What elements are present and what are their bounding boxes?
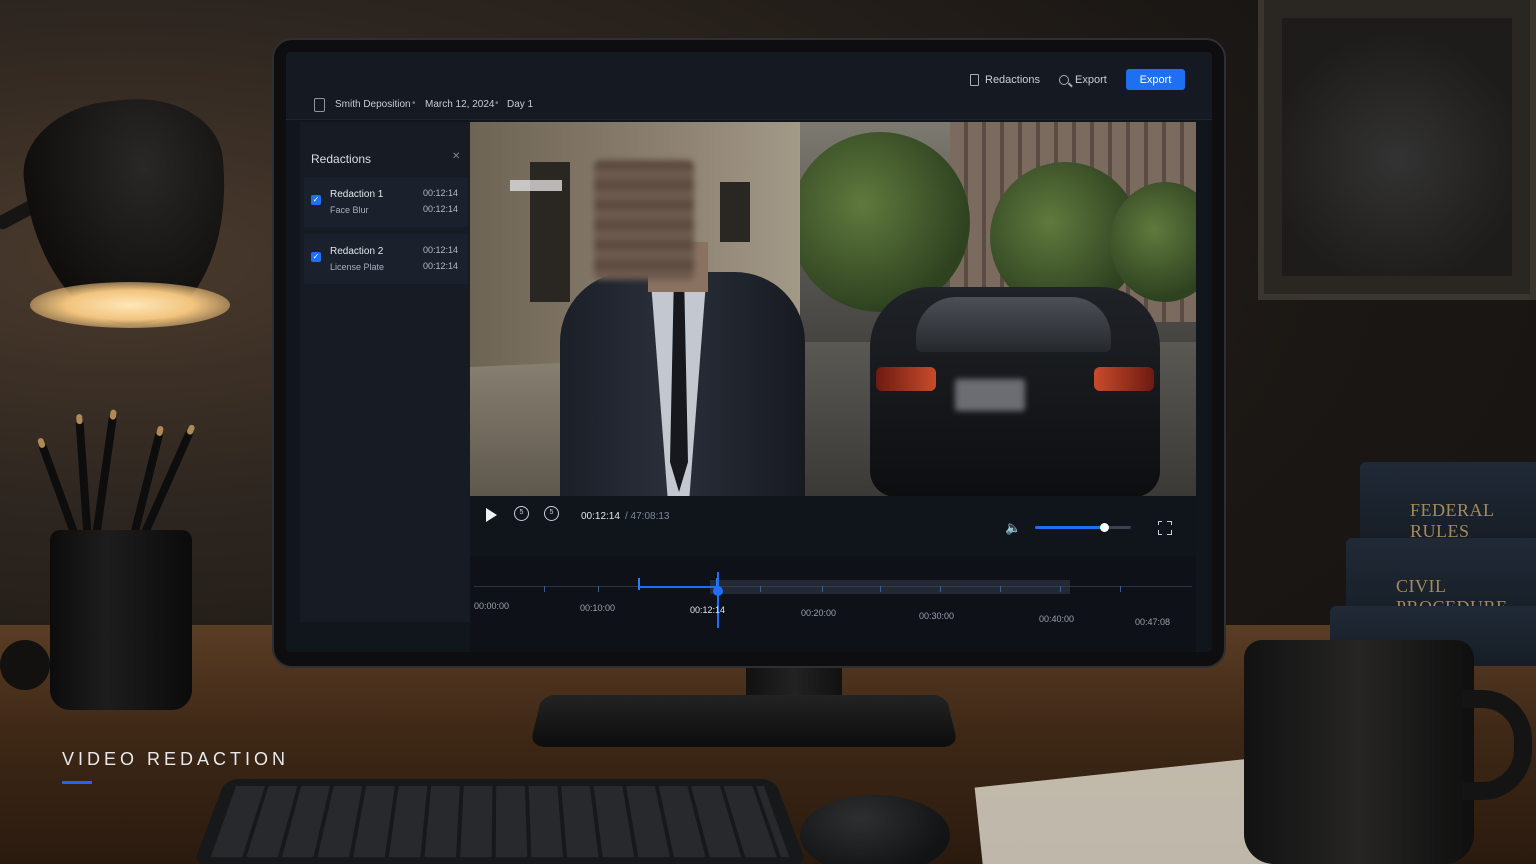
book-federal-rules: FEDERAL RULES — [1360, 462, 1536, 544]
redaction-name: Redaction 1 — [330, 189, 384, 200]
redaction-start-time: 00:12:14 — [422, 188, 458, 198]
redactions-button-label: Redactions — [985, 74, 1041, 86]
volume-icon[interactable]: 🔈 — [1005, 520, 1021, 536]
timeline-tick — [544, 586, 545, 592]
building-sign — [510, 180, 562, 191]
checkbox-checked-icon[interactable]: ✓ — [311, 195, 321, 205]
current-time: 00:12:14 — [581, 511, 620, 522]
timeline[interactable]: 00:00:00 00:10:00 00:12:14 00:20:00 00:3… — [470, 556, 1196, 652]
app-header: Smith Deposition • March 12, 2024 • Day … — [286, 52, 1212, 120]
redactions-sidebar: Redactions ✕ ✓ Redaction 1 Face Blur 00:… — [300, 122, 472, 622]
video-frame[interactable] — [470, 122, 1196, 496]
bookmark-icon — [970, 74, 979, 86]
license-plate-blur-redaction[interactable] — [955, 379, 1025, 411]
breadcrumb-case[interactable]: Smith Deposition — [335, 99, 411, 110]
timeline-tick — [598, 586, 599, 592]
timeline-tick — [940, 586, 941, 592]
volume-slider[interactable] — [1035, 523, 1131, 532]
playhead[interactable] — [713, 572, 723, 628]
timeline-progress — [638, 586, 718, 588]
monitor-stand-base — [529, 694, 959, 747]
redaction-marker[interactable] — [638, 578, 640, 590]
redactions-toggle-button[interactable]: Redactions — [970, 74, 1040, 86]
car — [870, 287, 1160, 496]
face-blur-redaction[interactable] — [594, 160, 694, 280]
timeline-tick — [1120, 586, 1121, 592]
timeline-label: 00:10:00 — [580, 603, 616, 613]
volume-knob[interactable] — [1100, 523, 1110, 532]
timeline-label: 00:40:00 — [1039, 614, 1075, 624]
timeline-label-current: 00:12:14 — [690, 605, 726, 615]
timeline-label: 00:20:00 — [801, 608, 837, 618]
timeline-tick — [1000, 586, 1001, 592]
player-controls: 5 5 00:12:14 / 47:08:13 🔈 — [470, 496, 1196, 556]
redaction-end-time: 00:12:14 — [422, 204, 458, 214]
redaction-name: Redaction 2 — [330, 246, 384, 257]
keyboard — [192, 778, 808, 864]
forward-icon[interactable]: 5 — [544, 506, 559, 521]
search-icon — [1059, 75, 1069, 85]
timeline-tick — [760, 586, 761, 592]
timeline-label: 00:00:00 — [474, 601, 510, 611]
tree — [790, 132, 970, 312]
page-caption: VIDEO REDACTION — [62, 749, 290, 769]
redaction-item[interactable]: ✓ Redaction 2 License Plate 00:12:14 00:… — [304, 234, 468, 284]
breadcrumb-separator: • — [495, 98, 499, 109]
lamp-base — [0, 640, 50, 690]
redaction-type: Face Blur — [330, 205, 369, 215]
volume-level — [1035, 526, 1105, 529]
redaction-start-time: 00:12:14 — [422, 245, 458, 255]
timeline-tick — [822, 586, 823, 592]
pen — [90, 415, 118, 545]
sidebar-title: Redactions — [311, 152, 372, 166]
wall-picture-frame — [1258, 0, 1536, 300]
collapse-icon[interactable]: ✕ — [452, 152, 462, 162]
redaction-type: License Plate — [330, 262, 385, 272]
export-link-label: Export — [1075, 74, 1107, 86]
checkbox-checked-icon[interactable]: ✓ — [311, 252, 321, 262]
play-icon[interactable] — [486, 508, 497, 522]
coffee-mug — [1244, 640, 1474, 864]
export-button[interactable]: Export — [1126, 69, 1185, 90]
fullscreen-icon[interactable] — [1156, 519, 1174, 537]
timeline-label: 00:30:00 — [919, 611, 955, 621]
document-icon — [314, 98, 325, 112]
export-search-button[interactable]: Export — [1059, 74, 1107, 86]
breadcrumb-day: Day 1 — [507, 99, 534, 110]
timeline-tick — [880, 586, 881, 592]
breadcrumb-date: March 12, 2024 — [425, 99, 495, 110]
lamp-bulb-glow — [30, 282, 230, 328]
breadcrumb-separator: • — [412, 98, 416, 109]
timeline-label: 00:47:08 — [1135, 617, 1171, 627]
redaction-item[interactable]: ✓ Redaction 1 Face Blur 00:12:14 00:12:1… — [304, 177, 468, 227]
caption-underline — [62, 781, 92, 784]
monitor-screen: Smith Deposition • March 12, 2024 • Day … — [286, 52, 1212, 652]
timeline-tick — [1060, 586, 1061, 592]
redaction-end-time: 00:12:14 — [422, 261, 458, 271]
rewind-icon[interactable]: 5 — [514, 506, 529, 521]
timeline-segment — [710, 580, 1070, 594]
total-time: / 47:08:13 — [625, 511, 670, 522]
pen-cup — [50, 530, 192, 710]
